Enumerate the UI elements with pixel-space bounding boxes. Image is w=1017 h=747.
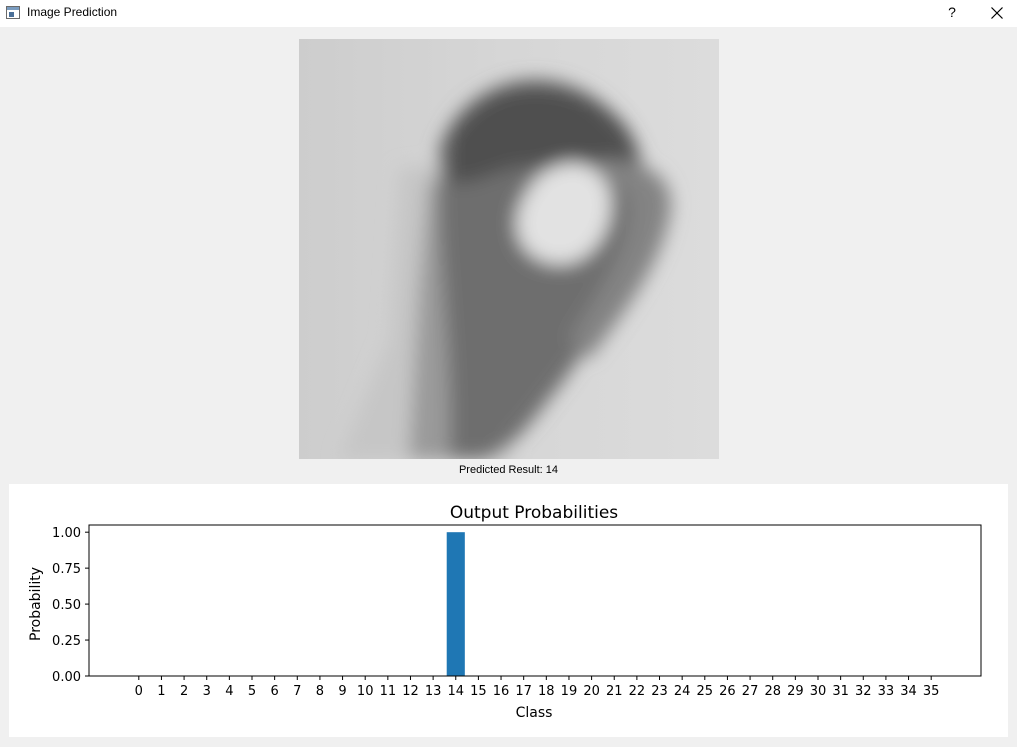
close-button[interactable] [983,0,1011,27]
axes-layer: 0 1 2 3 4 5 6 7 8 9 10 11 12 13 14 15 16 17 18 19 20 21 22 23 24… [52,524,982,699]
x-tick-label-25: 25 [697,684,714,699]
title-bar[interactable]: Image Prediction ? [0,0,1017,27]
x-tick-label-27: 27 [742,684,759,699]
x-tick-label-20: 20 [583,684,600,699]
y-tick-label-0.00: 0.00 [52,670,81,685]
x-tick-label-21: 21 [606,684,623,699]
x-tick-label-17: 17 [515,684,532,699]
predicted-result-label: Predicted Result: 14 [458,464,559,476]
x-tick-label-19: 19 [561,684,578,699]
bar-class-14 [446,532,465,676]
prediction-window: Image Prediction ? Predicted Result: 14 … [0,0,1017,747]
y-axis-label: Probability [28,567,44,641]
y-tick-label-0.75: 0.75 [52,562,81,577]
x-tick-label-8: 8 [316,684,324,699]
x-tick-label-28: 28 [764,684,781,699]
bars-layer [446,532,465,676]
x-tick-label-4: 4 [225,684,233,699]
app-icon [6,6,20,19]
y-tick-label-0.25: 0.25 [52,634,81,649]
x-tick-label-26: 26 [719,684,736,699]
chart-canvas: Output Probabilities Probability Class 0… [28,503,982,721]
x-tick-label-1: 1 [157,684,165,699]
input-image [299,39,719,459]
x-tick-label-34: 34 [900,684,917,699]
x-tick-label-14: 14 [447,684,464,699]
x-tick-label-10: 10 [357,684,374,699]
x-tick-label-7: 7 [293,684,301,699]
x-tick-label-13: 13 [425,684,442,699]
window-title: Image Prediction [27,5,118,19]
close-icon [991,7,1003,19]
x-tick-label-22: 22 [629,684,646,699]
x-tick-label-2: 2 [180,684,188,699]
x-tick-label-0: 0 [135,684,143,699]
x-tick-label-6: 6 [271,684,279,699]
x-tick-label-29: 29 [787,684,804,699]
x-tick-label-16: 16 [493,684,510,699]
x-tick-label-9: 9 [338,684,346,699]
y-tick-label-0.50: 0.50 [52,598,81,613]
x-tick-label-3: 3 [203,684,211,699]
y-tick-label-1.00: 1.00 [52,526,81,541]
plot-frame [88,524,982,677]
chart-title: Output Probabilities [450,503,618,523]
x-tick-label-5: 5 [248,684,256,699]
probability-chart: Output Probabilities Probability Class 0… [9,484,1008,737]
x-tick-label-32: 32 [855,684,872,699]
help-button[interactable]: ? [940,0,964,27]
x-tick-label-31: 31 [832,684,849,699]
x-tick-label-12: 12 [402,684,419,699]
x-tick-label-15: 15 [470,684,487,699]
x-tick-label-18: 18 [538,684,555,699]
x-tick-label-11: 11 [380,684,397,699]
hand-sign-image [299,39,719,459]
x-tick-label-33: 33 [878,684,895,699]
x-tick-label-24: 24 [674,684,691,699]
x-axis-label: Class [516,705,553,721]
x-tick-label-30: 30 [810,684,827,699]
x-tick-label-35: 35 [923,684,940,699]
x-tick-label-23: 23 [651,684,668,699]
